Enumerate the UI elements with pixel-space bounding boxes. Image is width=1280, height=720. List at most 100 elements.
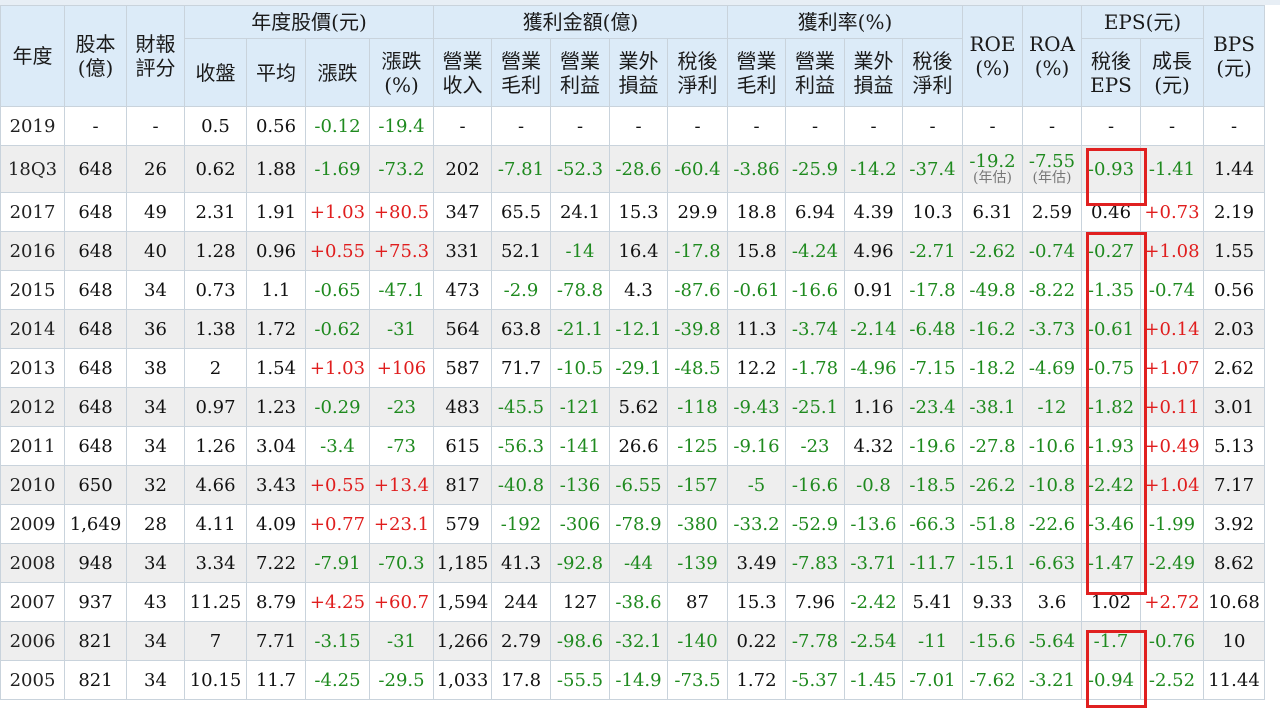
table-cell: 26 xyxy=(126,145,185,193)
table-row: 2011 648 34 1.26 3.04 -3.4 -73 615 -56.3 -141 26.6… xyxy=(0,426,1265,466)
table-cell: +80.5 xyxy=(369,192,434,232)
table-cell: 9.33 xyxy=(962,582,1023,622)
table-row: 2014 648 36 1.38 1.72 -0.62 -31 564 63.8 -21.1 -12… xyxy=(0,309,1265,349)
table-cell: -0.74 xyxy=(1022,231,1082,271)
table-cell: 4.3 xyxy=(609,270,668,310)
table-cell: 1,649 xyxy=(64,504,127,544)
table-cell: -4.24 xyxy=(785,231,845,271)
table-cell: -17.8 xyxy=(667,231,728,271)
table-cell: -21.1 xyxy=(550,309,610,349)
annualized-note: (年估) xyxy=(1032,169,1072,186)
table-cell: 1.44 xyxy=(1203,145,1265,193)
table-cell: 8.79 xyxy=(246,582,306,622)
table-cell: 648 xyxy=(64,231,127,271)
table-cell: 648 xyxy=(64,348,127,388)
table-cell: -1.7 xyxy=(1081,621,1141,661)
table-cell: 1.1 xyxy=(246,270,306,310)
table-cell: 34 xyxy=(126,660,185,700)
table-cell: 0.73 xyxy=(184,270,247,310)
header-net-margin: 稅後 淨利 xyxy=(902,38,963,107)
row-year-cell: 18Q3 xyxy=(0,145,65,193)
table-cell: 49 xyxy=(126,192,185,232)
table-cell: -0.29 xyxy=(305,387,370,427)
table-cell: 1.54 xyxy=(246,348,306,388)
table-cell: -1.99 xyxy=(1140,504,1204,544)
table-cell: 2.59 xyxy=(1022,192,1082,232)
row-year-cell: 2014 xyxy=(0,309,65,349)
table-cell: -47.1 xyxy=(369,270,434,310)
table-cell: -4.69 xyxy=(1022,348,1082,388)
table-cell: - xyxy=(844,106,903,146)
table-cell: +2.72 xyxy=(1140,582,1204,622)
table-cell: 564 xyxy=(433,309,492,349)
table-cell: -4.25 xyxy=(305,660,370,700)
table-row: 2009 1,649 28 4.11 4.09 +0.77 +23.1 579 -192 -306… xyxy=(0,504,1265,544)
table-cell: 0.96 xyxy=(246,231,306,271)
table-cell: -2.52 xyxy=(1140,660,1204,700)
table-cell: - xyxy=(727,106,786,146)
table-cell: 0.62 xyxy=(184,145,247,193)
table-row: 2015 648 34 0.73 1.1 -0.65 -47.1 473 -2.9 -78.8 4.… xyxy=(0,270,1265,310)
table-cell: 1.02 xyxy=(1081,582,1141,622)
table-cell: 587 xyxy=(433,348,492,388)
table-cell: -32.1 xyxy=(609,621,668,661)
table-cell: -3.4 xyxy=(305,426,370,466)
table-cell: -0.61 xyxy=(727,270,786,310)
table-cell: +0.11 xyxy=(1140,387,1204,427)
table-cell: 2.79 xyxy=(491,621,551,661)
table-cell: - xyxy=(962,106,1023,146)
table-cell: 7.71 xyxy=(246,621,306,661)
table-cell: 1.23 xyxy=(246,387,306,427)
header-bps: BPS (元) xyxy=(1203,5,1265,107)
table-cell: -11.7 xyxy=(902,543,963,583)
table-cell: -13.6 xyxy=(844,504,903,544)
table-cell: +106 xyxy=(369,348,434,388)
table-cell: 3.6 xyxy=(1022,582,1082,622)
table-cell: -2.42 xyxy=(1081,465,1141,505)
table-cell: 5.13 xyxy=(1203,426,1265,466)
table-cell: 4.09 xyxy=(246,504,306,544)
table-cell: - xyxy=(1140,106,1204,146)
row-year-cell: 2013 xyxy=(0,348,65,388)
table-cell: -18.5 xyxy=(902,465,963,505)
table-cell: -78.8 xyxy=(550,270,610,310)
table-cell: -39.8 xyxy=(667,309,728,349)
table-cell: 6.94 xyxy=(785,192,845,232)
table-cell: -0.93 xyxy=(1081,145,1141,193)
table-cell: -136 xyxy=(550,465,610,505)
table-cell: -1.47 xyxy=(1081,543,1141,583)
table-cell: 34 xyxy=(126,387,185,427)
table-cell: 817 xyxy=(433,465,492,505)
table-cell: 3.04 xyxy=(246,426,306,466)
table-cell: 10 xyxy=(1203,621,1265,661)
table-cell: -15.1 xyxy=(962,543,1023,583)
header-gross-margin: 營業 毛利 xyxy=(727,38,786,107)
table-cell: -19.2 (年估) xyxy=(962,145,1023,193)
table-cell: -157 xyxy=(667,465,728,505)
table-cell: +60.7 xyxy=(369,582,434,622)
table-cell: -56.3 xyxy=(491,426,551,466)
table-cell: 34 xyxy=(126,621,185,661)
table-cell: +1.03 xyxy=(305,348,370,388)
table-cell: - xyxy=(609,106,668,146)
table-cell: +23.1 xyxy=(369,504,434,544)
table-cell: 473 xyxy=(433,270,492,310)
table-cell: -73 xyxy=(369,426,434,466)
table-cell: +0.73 xyxy=(1140,192,1204,232)
table-cell: 1,033 xyxy=(433,660,492,700)
table-cell: 1.55 xyxy=(1203,231,1265,271)
table-cell: +1.04 xyxy=(1140,465,1204,505)
table-cell: -6.63 xyxy=(1022,543,1082,583)
table-cell: 202 xyxy=(433,145,492,193)
table-cell: 0.91 xyxy=(844,270,903,310)
table-cell: 10.3 xyxy=(902,192,963,232)
table-cell: - xyxy=(1022,106,1082,146)
table-cell: 579 xyxy=(433,504,492,544)
table-cell: -125 xyxy=(667,426,728,466)
cell-value: -19.2 xyxy=(969,150,1016,172)
table-cell: -2.54 xyxy=(844,621,903,661)
table-cell: -3.86 xyxy=(727,145,786,193)
table-row: 2005 821 34 10.15 11.7 -4.25 -29.5 1,033 17.8 -55… xyxy=(0,660,1265,700)
table-cell: -380 xyxy=(667,504,728,544)
table-cell: +0.55 xyxy=(305,231,370,271)
